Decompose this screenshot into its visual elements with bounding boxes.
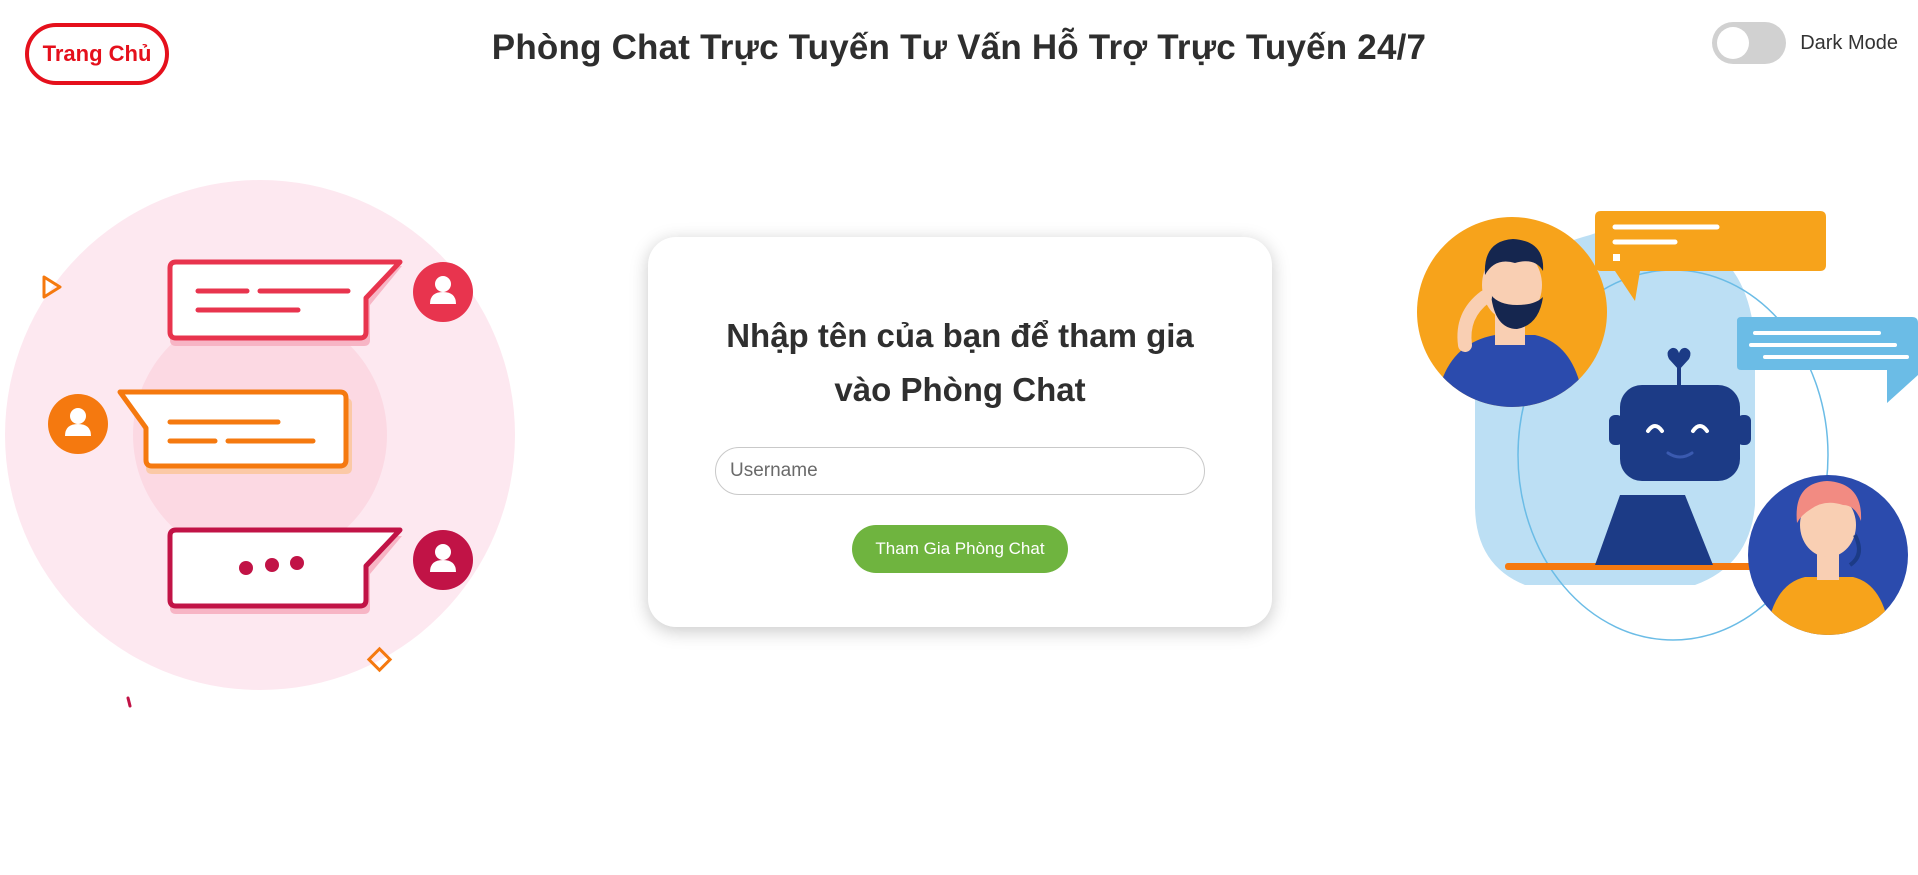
user-avatar-icon <box>413 530 473 590</box>
user-avatar-icon <box>413 262 473 322</box>
chat-bubble-top <box>167 259 403 346</box>
typing-dot <box>265 558 279 572</box>
typing-dot <box>239 561 253 575</box>
switch-knob <box>1717 27 1750 59</box>
join-heading: Nhập tên của bạn để tham gia vào Phòng C… <box>726 317 1194 408</box>
chat-bubbles-illustration <box>5 180 515 708</box>
speech-bubble-blue <box>1737 317 1918 403</box>
female-agent-avatar <box>1748 475 1908 635</box>
join-card: Nhập tên của bạn để tham gia vào Phòng C… <box>648 237 1272 627</box>
username-input[interactable] <box>715 447 1205 495</box>
dark-mode-switch[interactable] <box>1712 22 1787 64</box>
chat-bubble-middle <box>117 389 352 474</box>
dark-mode-label: Dark Mode <box>1800 31 1898 54</box>
user-avatar-icon <box>48 394 108 454</box>
page-title: Phòng Chat Trực Tuyến Tư Vấn Hỗ Trợ Trực… <box>491 28 1427 67</box>
chat-bubble-bottom <box>167 527 403 614</box>
dot-decoration-icon <box>126 696 132 708</box>
dark-mode-toggle: Dark Mode <box>1712 22 1898 64</box>
support-agents-robot-illustration <box>1417 211 1918 641</box>
page: Trang Chủ Phòng Chat Trực Tuyến Tư Vấn H… <box>0 0 1918 875</box>
join-chat-button[interactable]: Tham Gia Phòng Chat <box>852 525 1068 573</box>
typing-dot <box>290 556 304 570</box>
